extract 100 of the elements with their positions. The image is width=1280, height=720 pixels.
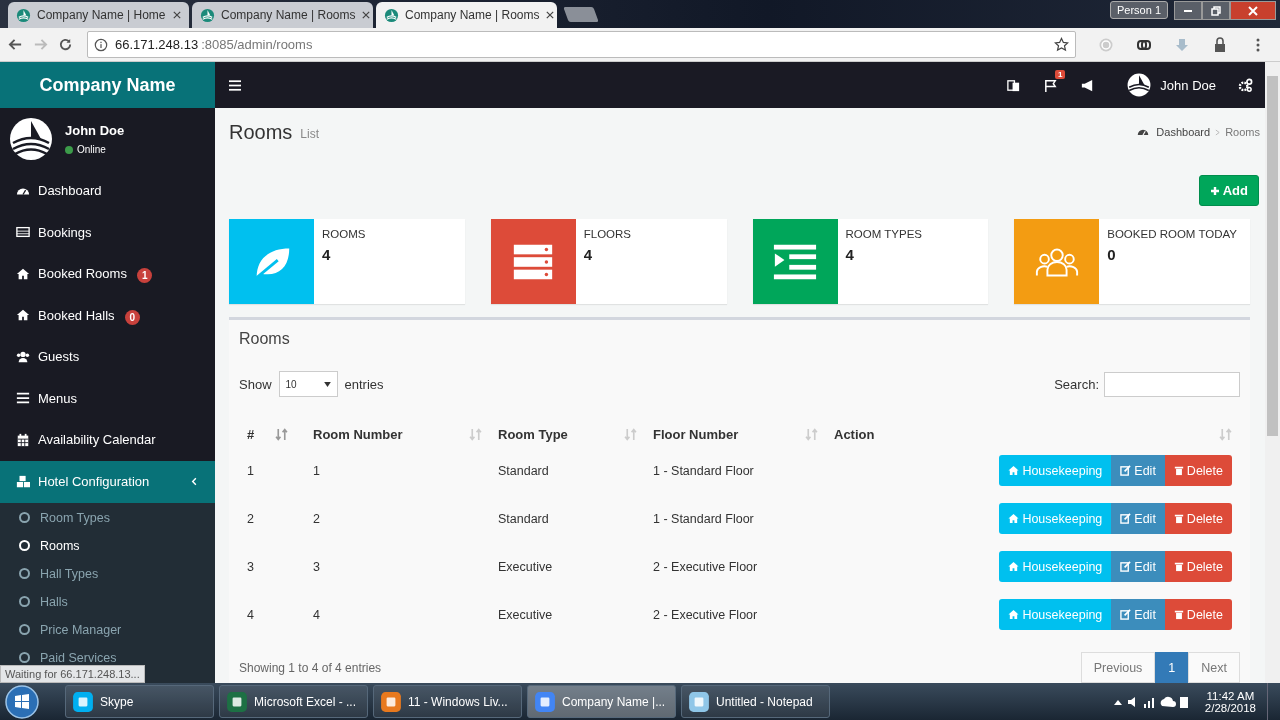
status-tooltip: Waiting for 66.171.248.13... bbox=[0, 665, 145, 683]
column-header[interactable]: Action bbox=[826, 416, 1240, 452]
lock-icon[interactable] bbox=[1212, 36, 1228, 53]
action-button[interactable]: Delete bbox=[1164, 503, 1232, 534]
brand-title[interactable]: Company Name bbox=[0, 62, 215, 108]
table-cell-text: Standard bbox=[497, 511, 550, 528]
sidebar-item[interactable]: Dashboard bbox=[0, 170, 215, 212]
minimize-icon bbox=[1184, 9, 1192, 12]
close-button[interactable] bbox=[1230, 1, 1276, 20]
settings-icon[interactable] bbox=[1238, 77, 1253, 93]
column-header[interactable]: Room Number bbox=[305, 416, 490, 452]
logo-icon bbox=[200, 7, 215, 23]
table-icon bbox=[16, 225, 30, 240]
sidebar-item[interactable]: Menus bbox=[0, 377, 215, 419]
submenu-item[interactable]: Room Types bbox=[0, 503, 215, 532]
taskbar-item[interactable]: Skype bbox=[65, 685, 214, 718]
restore-button[interactable] bbox=[1202, 1, 1230, 20]
action-button[interactable]: Delete bbox=[1164, 455, 1232, 486]
info-icon[interactable] bbox=[94, 37, 108, 52]
table-cell-text: 2 bbox=[312, 511, 321, 528]
reload-icon[interactable] bbox=[58, 37, 73, 52]
table-info: Showing 1 to 4 of 4 entries bbox=[239, 660, 382, 675]
plus-icon bbox=[1209, 185, 1220, 196]
browser-tab[interactable]: Company Name | Rooms bbox=[376, 2, 557, 28]
breadcrumb-link[interactable]: Dashboard bbox=[1156, 126, 1211, 139]
chevron-icon bbox=[1215, 128, 1221, 136]
taskbar-item[interactable]: Company Name |... bbox=[527, 685, 676, 718]
clock-time: 11:42 AM bbox=[1206, 689, 1255, 702]
menu-icon[interactable] bbox=[229, 79, 241, 91]
submenu-item[interactable]: Hall Types bbox=[0, 559, 215, 588]
action-button[interactable]: Delete bbox=[1164, 551, 1232, 582]
table-cell-text: 1 bbox=[312, 463, 321, 480]
action-button[interactable]: Edit bbox=[1111, 503, 1165, 534]
avatar-icon bbox=[1127, 73, 1152, 97]
new-tab-button[interactable] bbox=[563, 7, 599, 22]
trash-icon bbox=[1173, 561, 1184, 572]
taskbar-item[interactable]: Microsoft Excel - ... bbox=[219, 685, 368, 718]
sort-icon bbox=[1219, 427, 1232, 441]
stat-label: ROOMS bbox=[322, 228, 366, 240]
app-icon bbox=[72, 690, 94, 713]
action-button[interactable]: Edit bbox=[1111, 455, 1165, 486]
scrollbar[interactable] bbox=[1265, 62, 1280, 683]
page-subtitle: List bbox=[300, 127, 320, 142]
stat-value: 4 bbox=[322, 246, 332, 263]
submenu-item[interactable]: Rooms bbox=[0, 531, 215, 560]
search-field[interactable] bbox=[1104, 371, 1240, 397]
edit-icon bbox=[1120, 513, 1132, 524]
table-cell-text: 3 bbox=[246, 559, 255, 576]
sidebar-item[interactable]: Booked Halls 0 bbox=[0, 294, 215, 336]
user-menu[interactable]: John Doe bbox=[1127, 73, 1216, 97]
back-icon[interactable] bbox=[8, 37, 23, 52]
close-icon[interactable] bbox=[361, 11, 370, 19]
close-icon[interactable] bbox=[545, 11, 554, 19]
trash-icon bbox=[1173, 513, 1184, 524]
table-cell-text: 2 bbox=[246, 511, 255, 528]
page-size-select[interactable]: 10 bbox=[278, 371, 338, 397]
minimize-button[interactable] bbox=[1174, 1, 1202, 20]
address-field[interactable]: 66.171.248.13 :8085/admin/rooms bbox=[87, 31, 1076, 58]
pagination-button[interactable]: Next bbox=[1188, 652, 1240, 683]
action-button[interactable]: Edit bbox=[1111, 551, 1165, 582]
flag-icon[interactable] bbox=[1043, 77, 1059, 93]
home-icon bbox=[16, 266, 30, 281]
online-status: Online bbox=[65, 144, 125, 155]
stat-label: FLOORS bbox=[583, 228, 632, 240]
trash-icon bbox=[1173, 465, 1184, 476]
stat-label: BOOKED ROOM TODAY bbox=[1107, 228, 1237, 240]
column-header[interactable]: Room Type bbox=[490, 416, 645, 452]
sidebar-item[interactable]: Guests bbox=[0, 336, 215, 378]
browser-tab[interactable]: Company Name | Home bbox=[8, 2, 189, 28]
calendar-icon bbox=[16, 432, 30, 447]
taskbar-item[interactable]: Untitled - Notepad bbox=[681, 685, 830, 718]
pagination-button[interactable]: Previous bbox=[1080, 652, 1156, 683]
submenu-item[interactable]: Price Manager bbox=[0, 615, 215, 644]
pagination-button[interactable]: 1 bbox=[1155, 652, 1189, 683]
close-icon[interactable] bbox=[173, 11, 181, 19]
sidebar-item[interactable]: Booked Rooms 1 bbox=[0, 253, 215, 295]
sort-icon bbox=[805, 427, 818, 441]
entries-label: entries bbox=[344, 376, 384, 392]
action-button[interactable]: Edit bbox=[1111, 599, 1165, 630]
submenu-item[interactable]: Halls bbox=[0, 587, 215, 616]
taskbar-item[interactable]: 11 - Windows Liv... bbox=[373, 685, 522, 718]
bookmark-star-icon[interactable] bbox=[1054, 37, 1069, 52]
column-header[interactable]: # bbox=[239, 416, 305, 452]
users-icon bbox=[16, 349, 30, 364]
sidebar-item[interactable]: Availability Calendar bbox=[0, 419, 215, 461]
edit-icon bbox=[1120, 609, 1132, 620]
breadcrumb-link[interactable]: Rooms bbox=[1225, 126, 1260, 139]
action-button[interactable]: Delete bbox=[1164, 599, 1232, 630]
stat-label: ROOM TYPES bbox=[845, 228, 922, 240]
logo-icon bbox=[384, 7, 399, 23]
profile-button[interactable]: Person 1 bbox=[1109, 1, 1168, 19]
browser-tab[interactable]: Company Name | Rooms bbox=[192, 2, 373, 28]
home-icon bbox=[1008, 465, 1020, 476]
sidebar-item[interactable]: Bookings bbox=[0, 211, 215, 253]
app-icon bbox=[226, 690, 248, 713]
sidebar-group[interactable]: Hotel Configuration bbox=[0, 460, 215, 503]
column-header[interactable]: Floor Number bbox=[645, 416, 826, 452]
home-icon bbox=[16, 308, 30, 323]
table-cell-text: 1 - Standard Floor bbox=[652, 463, 755, 480]
start-button[interactable] bbox=[4, 683, 40, 720]
